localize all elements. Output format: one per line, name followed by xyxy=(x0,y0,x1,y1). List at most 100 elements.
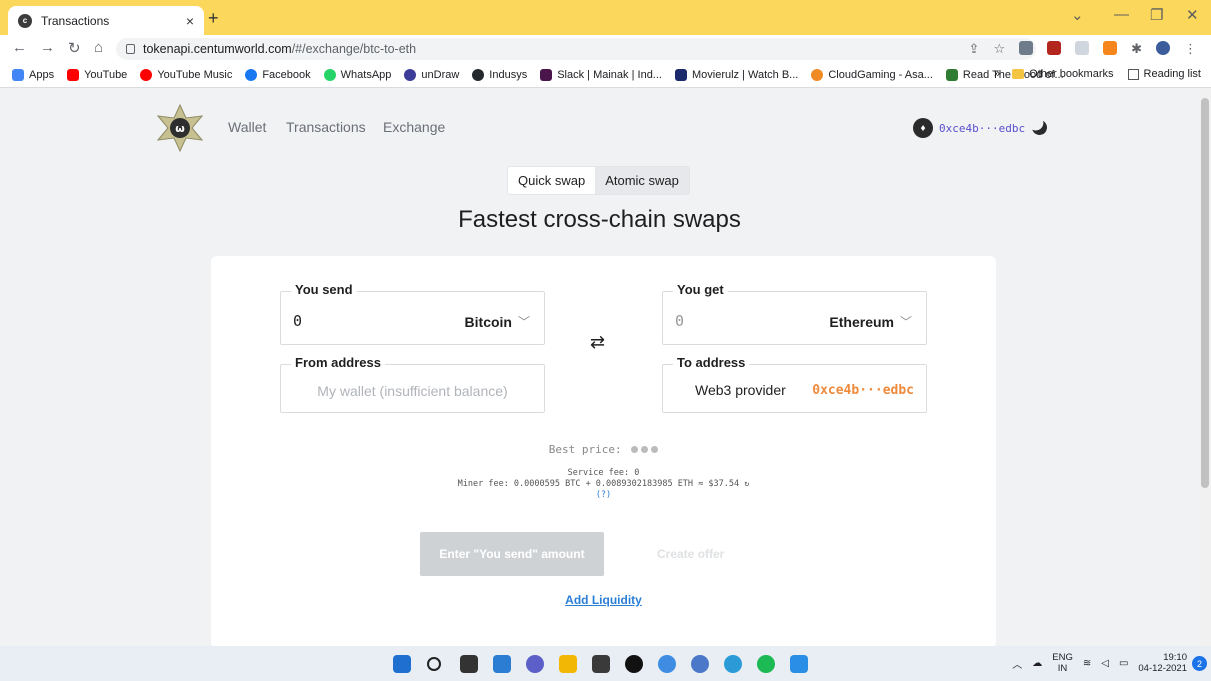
forward-icon[interactable]: → xyxy=(40,39,55,56)
back-icon[interactable]: ← xyxy=(12,39,27,56)
scrollbar-thumb[interactable] xyxy=(1201,98,1209,488)
browser-tab[interactable]: c Transactions × xyxy=(8,6,204,35)
bookmark-item[interactable]: Facebook xyxy=(245,69,311,81)
reading-list[interactable]: Reading list xyxy=(1144,68,1201,80)
page-title: Fastest cross-chain swaps xyxy=(458,206,741,233)
file-explorer-icon[interactable] xyxy=(559,655,577,673)
bookmark-item[interactable]: WhatsApp xyxy=(323,69,391,81)
loading-dot-icon xyxy=(641,446,649,453)
bookmark-item[interactable]: YouTube Music xyxy=(140,69,232,81)
nav-exchange[interactable]: Exchange xyxy=(383,119,445,135)
minimize-icon[interactable]: — xyxy=(1114,6,1129,23)
bookmark-item[interactable]: unDraw xyxy=(404,69,459,81)
tray-chevron-icon[interactable]: ︿ xyxy=(1012,656,1022,671)
chevron-down-icon: ﹀ xyxy=(899,315,912,329)
spotify-icon[interactable] xyxy=(757,655,775,673)
fee-help-link[interactable]: (?) xyxy=(211,490,996,501)
youtube-music-icon xyxy=(140,69,153,81)
tab-quick-swap[interactable]: Quick swap xyxy=(508,167,596,194)
you-send-field[interactable]: You send 0 Bitcoin ﹀ xyxy=(280,282,545,345)
enter-amount-button[interactable]: Enter "You send" amount xyxy=(420,532,604,576)
chrome-profile-icon[interactable] xyxy=(724,655,742,673)
bookmark-item[interactable]: CloudGaming - Asa... xyxy=(811,69,933,81)
volume-icon[interactable]: ◁ xyxy=(1101,658,1109,669)
dark-mode-moon-icon[interactable] xyxy=(1030,118,1049,137)
metamask-icon[interactable] xyxy=(1103,41,1118,55)
lock-icon xyxy=(126,44,135,54)
notification-badge[interactable]: 2 xyxy=(1192,656,1207,671)
nav-transactions[interactable]: Transactions xyxy=(286,119,366,135)
bookmark-item[interactable]: YouTube xyxy=(67,69,127,81)
to-address-value: 0xce4b···edbc xyxy=(812,383,914,398)
bookmark-star-icon[interactable]: ☆ xyxy=(993,41,1005,57)
address-bar[interactable]: tokenapi.centumworld.com /#/exchange/btc… xyxy=(116,38,1036,60)
search-icon[interactable] xyxy=(427,657,441,671)
new-tab-button[interactable]: + xyxy=(208,8,219,29)
refresh-icon[interactable]: ↻ xyxy=(744,479,749,489)
teams-chat-icon[interactable] xyxy=(526,655,544,673)
battery-icon[interactable]: ▭ xyxy=(1119,658,1128,669)
browser-toolbar: ← → ↻ ⌂ tokenapi.centumworld.com /#/exch… xyxy=(0,35,1211,63)
other-bookmarks[interactable]: Other bookmarks xyxy=(1029,68,1113,80)
widgets-icon[interactable] xyxy=(493,655,511,673)
add-liquidity-link[interactable]: Add Liquidity xyxy=(211,593,996,607)
browser-chrome: c Transactions × + ⌄ — ❐ ✕ ← → ↻ ⌂ token… xyxy=(0,0,1211,88)
bookmark-item[interactable]: Slack | Mainak | Ind... xyxy=(540,69,662,81)
share-icon[interactable]: ⇪ xyxy=(969,41,980,57)
store-icon[interactable] xyxy=(592,655,610,673)
language-indicator[interactable]: ENG IN xyxy=(1052,652,1073,674)
loading-dot-icon xyxy=(651,446,659,453)
clock[interactable]: 19:10 04-12-2021 xyxy=(1138,652,1187,674)
send-currency-select[interactable]: Bitcoin ﹀ xyxy=(465,313,530,330)
onedrive-cloud-icon[interactable]: ☁ xyxy=(1032,658,1042,669)
undraw-icon xyxy=(404,69,417,81)
account-badge[interactable]: ♦ 0xce4b···edbc xyxy=(913,118,1025,138)
windows-taskbar: ︿ ☁ ENG IN ≋ ◁ ▭ 19:10 04-12-2021 2 xyxy=(0,646,1211,681)
get-currency-select[interactable]: Ethereum ﹀ xyxy=(829,313,912,330)
bookmark-item[interactable]: Apps xyxy=(12,69,54,81)
swap-direction-icon[interactable]: ⇄ xyxy=(590,332,605,353)
close-window-icon[interactable]: ✕ xyxy=(1186,6,1199,24)
from-address-placeholder: My wallet (insufficient balance) xyxy=(317,383,508,399)
create-offer-button[interactable]: Create offer xyxy=(657,547,724,561)
get-amount-input[interactable]: 0 xyxy=(675,312,684,330)
wifi-icon[interactable]: ≋ xyxy=(1083,658,1091,669)
page-content: ω Wallet Transactions Exchange ♦ 0xce4b·… xyxy=(0,88,1199,646)
page-scrollbar[interactable] xyxy=(1199,88,1211,646)
to-address-field[interactable]: To address Web3 provider 0xce4b···edbc xyxy=(662,355,927,413)
github-desktop-icon[interactable] xyxy=(625,655,643,673)
github-icon xyxy=(472,69,485,81)
tab-atomic-swap[interactable]: Atomic swap xyxy=(595,167,689,194)
tab-close-icon[interactable]: × xyxy=(186,13,194,29)
nav-wallet[interactable]: Wallet xyxy=(228,119,266,135)
bookmarks-bar: Apps YouTube YouTube Music Facebook What… xyxy=(0,63,1211,88)
more-bookmarks-button[interactable]: » xyxy=(994,68,1000,80)
tab-search-icon[interactable]: ⌄ xyxy=(1071,6,1084,24)
windows-start-icon[interactable] xyxy=(393,655,411,673)
extensions-puzzle-icon[interactable]: ✱ xyxy=(1131,41,1142,57)
cloudgaming-icon xyxy=(811,69,824,81)
centum-logo-icon[interactable]: ω xyxy=(156,104,204,152)
send-amount-input[interactable]: 0 xyxy=(293,312,302,330)
extension-icon[interactable] xyxy=(1047,41,1062,55)
from-address-label: From address xyxy=(291,355,385,370)
service-fee: Service fee: 0 xyxy=(567,468,640,478)
extension-icon[interactable] xyxy=(1075,41,1090,55)
bookmark-item[interactable]: Indusys xyxy=(472,69,527,81)
from-address-field[interactable]: From address My wallet (insufficient bal… xyxy=(280,355,545,413)
you-get-field[interactable]: You get 0 Ethereum ﹀ xyxy=(662,282,927,345)
vscode-icon[interactable] xyxy=(790,655,808,673)
profile-avatar-icon[interactable] xyxy=(1156,41,1170,55)
to-address-label: To address xyxy=(673,355,750,370)
menu-kebab-icon[interactable]: ⋮ xyxy=(1184,41,1197,57)
task-view-icon[interactable] xyxy=(460,655,478,673)
bookmark-item[interactable]: Movierulz | Watch B... xyxy=(674,69,798,81)
restore-icon[interactable]: ❐ xyxy=(1150,6,1163,24)
svg-text:ω: ω xyxy=(175,122,185,135)
reload-icon[interactable]: ↻ xyxy=(68,39,81,57)
chrome-icon[interactable] xyxy=(691,655,709,673)
chrome-canary-icon[interactable] xyxy=(658,655,676,673)
extension-icon[interactable] xyxy=(1019,41,1034,55)
home-icon[interactable]: ⌂ xyxy=(94,39,103,56)
you-send-label: You send xyxy=(291,282,357,297)
